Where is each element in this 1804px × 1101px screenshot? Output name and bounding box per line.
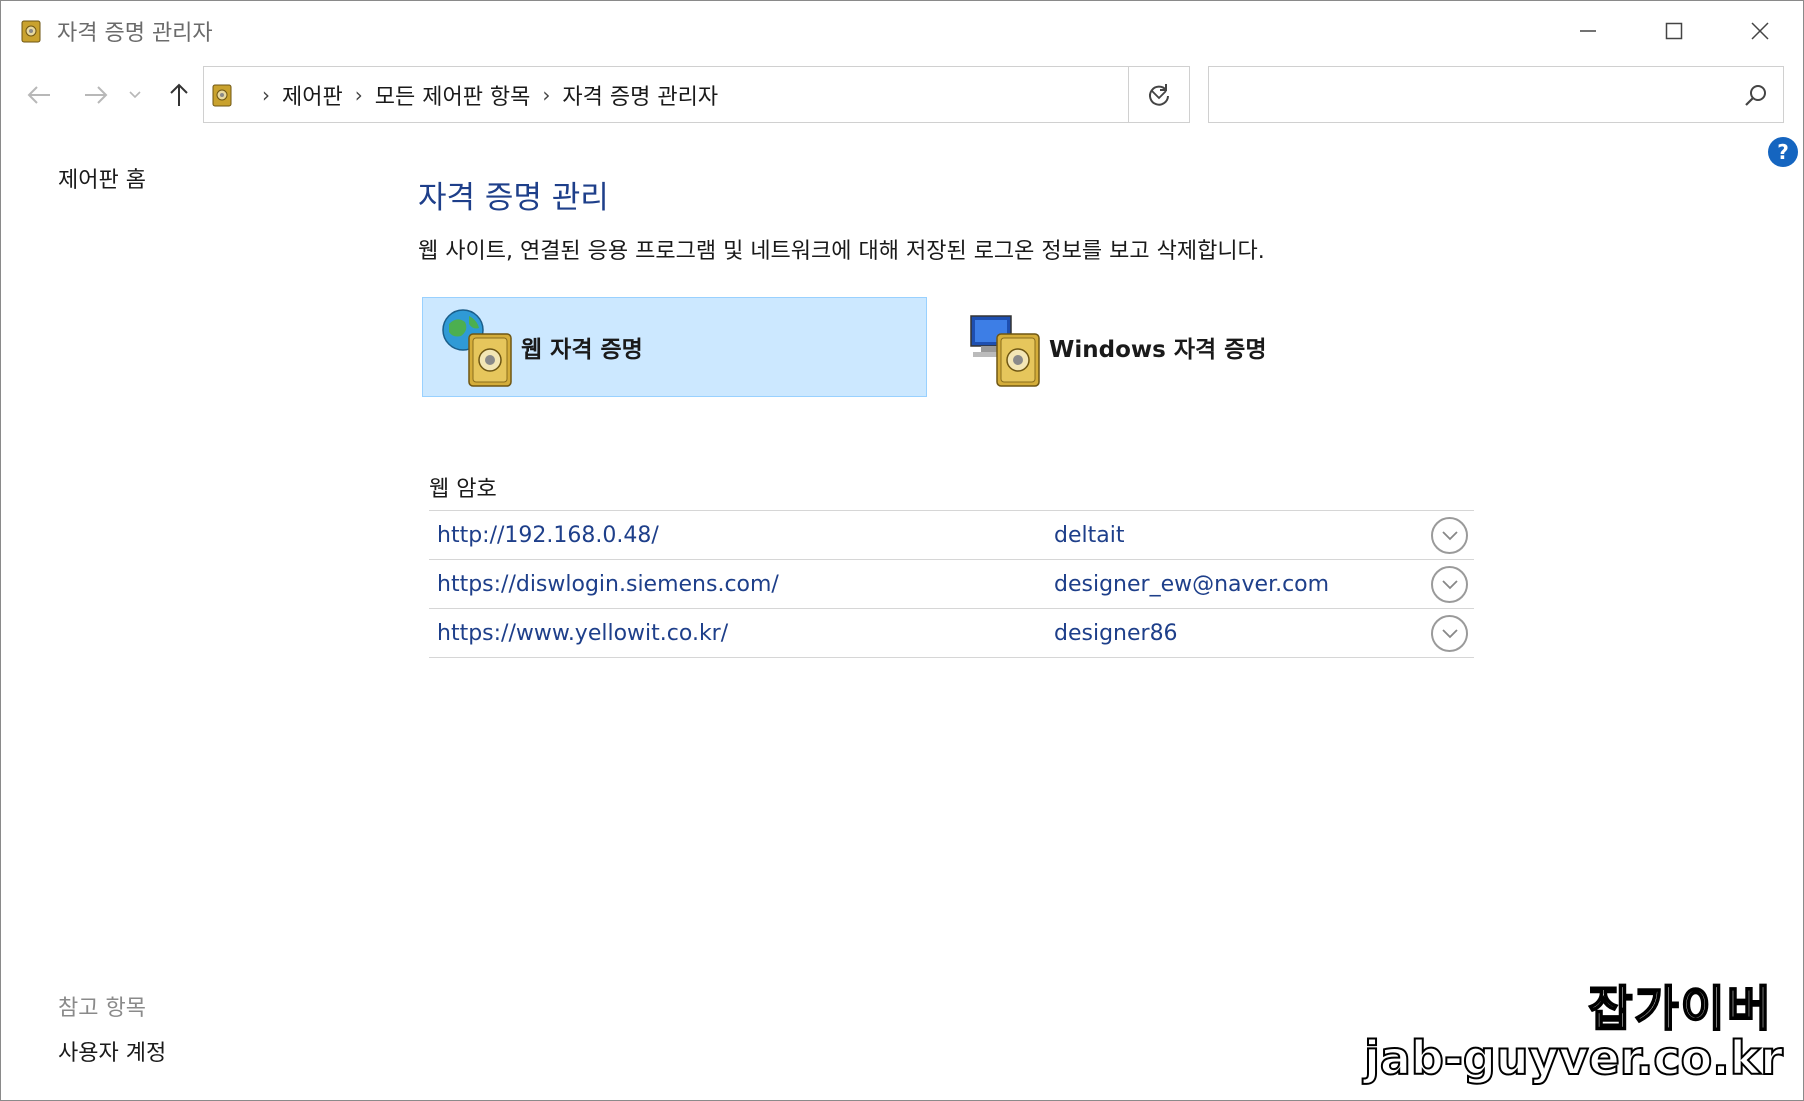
refresh-button[interactable] [1128,66,1190,123]
page-description: 웹 사이트, 연결된 응용 프로그램 및 네트워크에 대해 저장된 로그온 정보… [418,239,1265,264]
search-icon [1745,85,1766,106]
up-button[interactable] [161,77,197,113]
question-mark-icon: ? [1777,140,1789,164]
credential-user: deltait [1054,522,1125,548]
window-controls [1545,1,1803,61]
chevron-down-icon [1441,530,1458,540]
vault-icon [21,20,41,43]
search-input[interactable] [1209,67,1729,122]
chevron-right-icon: › [542,82,551,107]
sidebar-control-panel-home[interactable]: 제어판 홈 [58,162,146,194]
sidebar-user-accounts[interactable]: 사용자 계정 [58,1035,166,1067]
globe-vault-icon [442,309,512,387]
chevron-down-icon [129,91,141,99]
recent-locations-button[interactable] [123,77,147,113]
credential-url: http://192.168.0.48/ [437,522,659,548]
title-bar: 자격 증명 관리자 [1,1,1803,61]
credential-manager-window: 자격 증명 관리자 › 제어판 › 모든 제어판 항목 › 자격 증명 관리자 … [0,0,1804,1101]
maximize-button[interactable] [1631,1,1717,61]
address-bar[interactable]: › 제어판 › 모든 제어판 항목 › 자격 증명 관리자 [203,66,1190,123]
back-button[interactable] [21,77,57,113]
credential-url: https://www.yellowit.co.kr/ [437,620,729,646]
chevron-down-icon [1441,628,1458,638]
arrow-right-icon [85,86,108,104]
sidebar-see-also-heading: 참고 항목 [58,996,146,1021]
expand-button[interactable] [1431,615,1468,652]
computer-vault-icon [970,315,1040,387]
credential-user: designer86 [1054,620,1178,646]
maximize-icon [1665,22,1683,40]
web-passwords-list: http://192.168.0.48/ deltait https://dis… [429,510,1474,658]
chevron-right-icon: › [262,82,270,107]
close-button[interactable] [1717,1,1803,61]
expand-button[interactable] [1431,566,1468,603]
vault-icon [212,84,232,106]
close-icon [1751,22,1769,40]
window-title: 자격 증명 관리자 [57,21,213,46]
expand-button[interactable] [1431,517,1468,554]
chevron-down-icon [1441,579,1458,589]
forward-button[interactable] [78,77,114,113]
tile-windows-credentials-label: Windows 자격 증명 [1049,337,1267,363]
credential-user: designer_ew@naver.com [1054,571,1330,597]
chevron-right-icon: › [354,82,363,107]
minimize-button[interactable] [1545,1,1631,61]
tile-web-credentials[interactable]: 웹 자격 증명 [422,297,927,397]
tile-windows-credentials[interactable]: Windows 자격 증명 [951,297,1351,397]
arrow-up-icon [170,83,188,106]
help-button[interactable]: ? [1768,137,1798,167]
arrow-left-icon [27,86,50,104]
watermark-title: 잡가이버 [1587,980,1773,1038]
page-title: 자격 증명 관리 [418,180,609,216]
refresh-icon [1149,83,1169,106]
search-box[interactable] [1208,66,1784,123]
tile-web-credentials-label: 웹 자격 증명 [521,337,643,363]
navigation-bar: › 제어판 › 모든 제어판 항목 › 자격 증명 관리자 [1,63,1803,127]
breadcrumb-all-items[interactable]: 모든 제어판 항목 [375,79,531,111]
web-passwords-heading: 웹 암호 [429,477,497,502]
minimize-icon [1580,30,1596,32]
credential-url: https://diswlogin.siemens.com/ [437,571,779,597]
list-item[interactable]: http://192.168.0.48/ deltait [429,511,1474,560]
watermark-url: jab-guyver.co.kr [1363,1030,1784,1086]
list-item[interactable]: https://www.yellowit.co.kr/ designer86 [429,609,1474,658]
breadcrumb-control-panel[interactable]: 제어판 [282,79,343,111]
breadcrumb-credential-manager[interactable]: 자격 증명 관리자 [562,79,718,111]
list-item[interactable]: https://diswlogin.siemens.com/ designer_… [429,560,1474,609]
